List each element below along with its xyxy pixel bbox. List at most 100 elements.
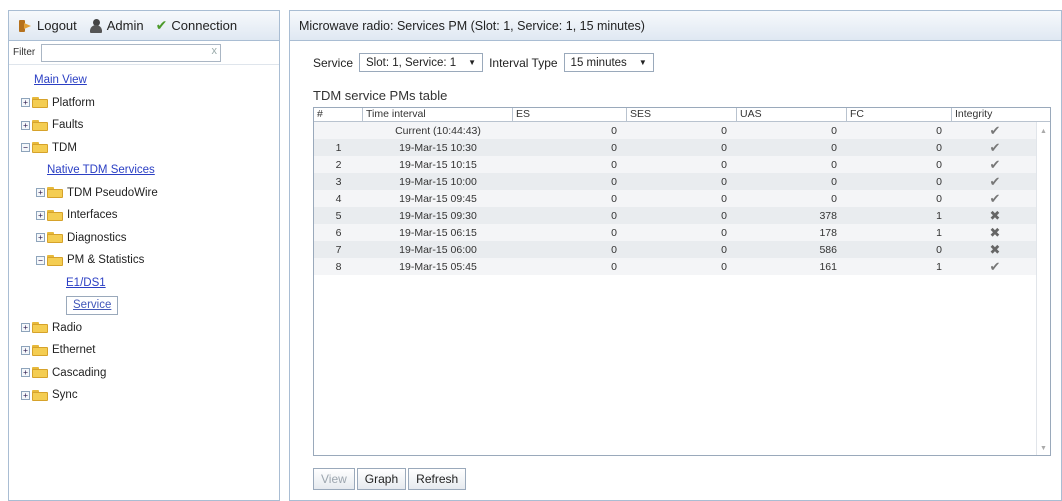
cell-uas: 0 bbox=[831, 141, 837, 154]
tree-item-radio[interactable]: + Radio bbox=[9, 317, 279, 340]
folder-icon bbox=[47, 232, 63, 244]
top-toolbar: Logout Admin ✔ Connection bbox=[9, 11, 279, 41]
cell-fc: 0 bbox=[936, 175, 942, 188]
cell-integrity: ✖ bbox=[952, 242, 1038, 258]
table-row[interactable]: 5 19-Mar-15 09:30 0 0 378 1 ✖ bbox=[314, 207, 1050, 224]
connection-button[interactable]: ✔ Connection bbox=[156, 17, 238, 34]
collapse-icon[interactable]: − bbox=[21, 143, 30, 153]
table-row[interactable]: 6 19-Mar-15 06:15 0 0 178 1 ✖ bbox=[314, 224, 1050, 241]
cell-integrity: ✔ bbox=[952, 157, 1038, 173]
check-icon: ✔ bbox=[155, 17, 168, 33]
column-header-time-interval[interactable]: Time interval bbox=[363, 108, 513, 121]
column-header-fc[interactable]: FC bbox=[847, 108, 952, 121]
tree-item-label: Diagnostics bbox=[67, 231, 127, 244]
cell-es: 0 bbox=[611, 124, 617, 137]
table-header: # Time interval ES SES UAS FC Integrity bbox=[314, 108, 1050, 122]
logout-button[interactable]: Logout bbox=[19, 18, 77, 33]
tree-item-label[interactable]: E1/DS1 bbox=[66, 277, 106, 289]
column-header-ses[interactable]: SES bbox=[627, 108, 737, 121]
tree-item-tdm-pseudowire[interactable]: + TDM PseudoWire bbox=[9, 182, 279, 205]
column-header-es[interactable]: ES bbox=[513, 108, 627, 121]
tree-item-label: Interfaces bbox=[67, 209, 118, 222]
expand-icon[interactable]: + bbox=[21, 345, 30, 355]
table-row[interactable]: 8 19-Mar-15 05:45 0 0 161 1 ✔ bbox=[314, 258, 1050, 275]
cell-uas: 161 bbox=[819, 260, 837, 273]
filter-controls: Service Slot: 1, Service: 1 ▼ Interval T… bbox=[313, 53, 654, 72]
tree-item-diagnostics[interactable]: + Diagnostics bbox=[9, 227, 279, 250]
column-header-integrity[interactable]: Integrity bbox=[952, 108, 1038, 121]
column-header-uas[interactable]: UAS bbox=[737, 108, 847, 121]
expand-icon[interactable]: + bbox=[21, 390, 30, 400]
cell-fc: 0 bbox=[936, 192, 942, 205]
table-row[interactable]: 7 19-Mar-15 06:00 0 0 586 0 ✖ bbox=[314, 241, 1050, 258]
tree-item-label[interactable]: Native TDM Services bbox=[47, 164, 155, 176]
logout-icon bbox=[19, 19, 33, 33]
tree-item-native-tdm-services[interactable]: Native TDM Services bbox=[9, 159, 279, 182]
admin-button[interactable]: Admin bbox=[89, 18, 144, 33]
tree-item-faults[interactable]: + Faults bbox=[9, 114, 279, 137]
tree-item-interfaces[interactable]: + Interfaces bbox=[9, 204, 279, 227]
column-header-num[interactable]: # bbox=[314, 108, 363, 121]
tree-item-pm-statistics[interactable]: − PM & Statistics bbox=[9, 249, 279, 272]
table-row[interactable]: Current (10:44:43) 0 0 0 0 ✔ bbox=[314, 122, 1050, 139]
filter-input[interactable]: x bbox=[41, 43, 221, 62]
tree-item-label: Ethernet bbox=[52, 344, 96, 357]
folder-icon bbox=[32, 97, 48, 109]
checkmark-icon: ✔ bbox=[989, 156, 1001, 172]
cell-time: 19-Mar-15 06:15 bbox=[399, 226, 477, 239]
vertical-scrollbar[interactable]: ▲ ▼ bbox=[1036, 122, 1050, 455]
cell-num: 1 bbox=[335, 141, 342, 154]
expand-icon[interactable]: + bbox=[21, 323, 30, 333]
tree-item-cascading[interactable]: + Cascading bbox=[9, 362, 279, 385]
cell-integrity: ✔ bbox=[952, 174, 1038, 190]
service-select[interactable]: Slot: 1, Service: 1 ▼ bbox=[359, 53, 484, 72]
tree-item-main-view[interactable]: Main View bbox=[9, 69, 279, 92]
expand-icon[interactable]: + bbox=[36, 210, 45, 220]
expand-icon[interactable]: + bbox=[21, 368, 30, 378]
expand-icon[interactable]: + bbox=[21, 120, 30, 130]
table-row[interactable]: 4 19-Mar-15 09:45 0 0 0 0 ✔ bbox=[314, 190, 1050, 207]
collapse-icon[interactable]: − bbox=[36, 255, 45, 265]
tree-item-service[interactable]: Service bbox=[9, 294, 279, 317]
cell-es: 0 bbox=[611, 209, 617, 222]
cell-uas: 0 bbox=[831, 192, 837, 205]
scroll-down-icon[interactable]: ▼ bbox=[1040, 445, 1047, 452]
cell-ses: 0 bbox=[721, 226, 727, 239]
graph-button[interactable]: Graph bbox=[356, 468, 407, 490]
cell-uas: 378 bbox=[819, 209, 837, 222]
tree-item-tdm[interactable]: − TDM bbox=[9, 137, 279, 160]
cell-fc: 1 bbox=[936, 209, 942, 222]
refresh-button[interactable]: Refresh bbox=[408, 468, 467, 490]
cell-uas: 178 bbox=[819, 226, 837, 239]
expand-icon[interactable]: + bbox=[36, 188, 45, 198]
action-buttons: View Graph Refresh bbox=[313, 468, 467, 490]
page-title-bar: Microwave radio: Services PM (Slot: 1, S… bbox=[290, 11, 1061, 41]
table-row[interactable]: 1 19-Mar-15 10:30 0 0 0 0 ✔ bbox=[314, 139, 1050, 156]
navigation-tree: Main View + Platform + Faults − TDM Nati… bbox=[9, 65, 279, 407]
tree-item-platform[interactable]: + Platform bbox=[9, 92, 279, 115]
folder-icon bbox=[32, 389, 48, 401]
cell-fc: 0 bbox=[936, 124, 942, 137]
cell-es: 0 bbox=[611, 226, 617, 239]
cell-time: 19-Mar-15 10:15 bbox=[399, 158, 477, 171]
cell-es: 0 bbox=[611, 260, 617, 273]
scroll-up-icon[interactable]: ▲ bbox=[1040, 128, 1047, 135]
cell-fc: 0 bbox=[936, 158, 942, 171]
table-row[interactable]: 3 19-Mar-15 10:00 0 0 0 0 ✔ bbox=[314, 173, 1050, 190]
table-row[interactable]: 2 19-Mar-15 10:15 0 0 0 0 ✔ bbox=[314, 156, 1050, 173]
expand-icon[interactable]: + bbox=[36, 233, 45, 243]
pm-table: # Time interval ES SES UAS FC Integrity … bbox=[313, 107, 1051, 456]
cell-num: 8 bbox=[335, 260, 342, 273]
tree-item-sync[interactable]: + Sync bbox=[9, 384, 279, 407]
cell-ses: 0 bbox=[721, 243, 727, 256]
tree-item-label[interactable]: Service bbox=[66, 295, 119, 315]
cell-uas: 0 bbox=[831, 158, 837, 171]
tree-item-label[interactable]: Main View bbox=[34, 74, 87, 86]
clear-filter-icon[interactable]: x bbox=[212, 45, 218, 57]
tree-item-ethernet[interactable]: + Ethernet bbox=[9, 339, 279, 362]
view-button[interactable]: View bbox=[313, 468, 355, 490]
tree-item-e1ds1[interactable]: E1/DS1 bbox=[9, 272, 279, 295]
cell-num: 2 bbox=[335, 158, 342, 171]
expand-icon[interactable]: + bbox=[21, 98, 30, 108]
interval-type-select[interactable]: 15 minutes ▼ bbox=[563, 53, 654, 72]
